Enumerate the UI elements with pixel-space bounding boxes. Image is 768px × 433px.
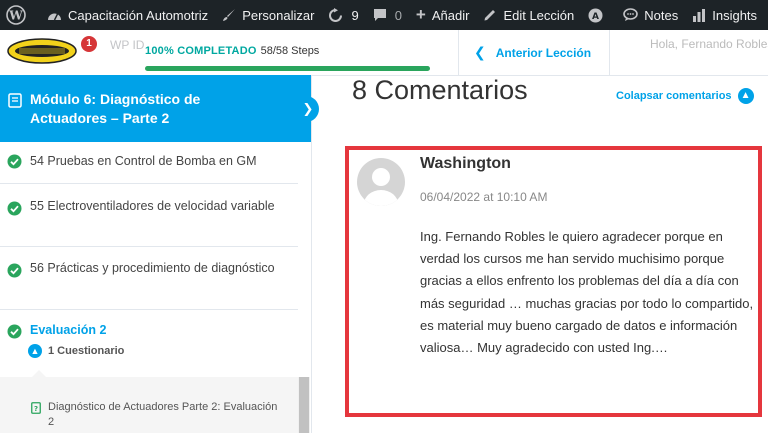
avatar (357, 158, 405, 206)
notes-label: Notes (644, 7, 679, 23)
brush-icon (223, 9, 236, 21)
collapse-comments-button[interactable]: Colapsar comentarios ▲ (616, 88, 754, 104)
notification-badge[interactable]: 1 (81, 36, 97, 52)
astra-logo-icon: A (588, 8, 603, 22)
comment-card: Washington 06/04/2022 at 10:10 AM Ing. F… (345, 146, 762, 417)
progress-bar (145, 66, 430, 71)
module-header[interactable]: Módulo 6: Diagnóstico de Actuadores – Pa… (0, 75, 311, 142)
customize-label: Personalizar (242, 7, 315, 23)
chevron-left-icon: ❮ (474, 44, 486, 60)
module-title: Módulo 6: Diagnóstico de Actuadores – Pa… (30, 91, 201, 126)
lesson-item[interactable]: 54 Pruebas en Control de Bomba en GM (0, 142, 298, 184)
sidebar-scrollbar[interactable] (298, 377, 310, 433)
dashboard-icon (48, 13, 61, 20)
quiz-icon: ? (31, 402, 41, 414)
lesson-title: 56 Prácticas y procedimiento de diagnóst… (30, 261, 275, 275)
check-circle-icon (7, 154, 22, 169)
speech-bubble-icon (623, 8, 639, 21)
progress-label: 100% COMPLETADO (145, 45, 257, 57)
chevron-up-icon: ▲ (28, 344, 42, 358)
insights-menu[interactable]: Insights (685, 0, 764, 30)
progress-bar-fill (145, 66, 430, 71)
plus-icon: + (415, 5, 426, 24)
wordpress-logo-icon[interactable]: W (0, 0, 40, 30)
refresh-icon (329, 7, 343, 22)
comment-bubble-icon (373, 9, 386, 21)
lesson-item[interactable]: 55 Electroventiladores de velocidad vari… (0, 183, 298, 247)
lesson-title: 55 Electroventiladores de velocidad vari… (30, 199, 275, 213)
course-progress: 100% COMPLETADO 58/58 Steps (145, 41, 430, 71)
comments-count: 0 (394, 7, 402, 23)
quiz-list: ? Diagnóstico de Actuadores Parte 2: Eva… (0, 370, 298, 433)
main-content: 8 Comentarios Colapsar comentarios ▲ Was… (311, 75, 768, 433)
notes-menu[interactable]: Notes (616, 0, 685, 30)
svg-text:?: ? (34, 405, 38, 413)
check-circle-icon (7, 324, 22, 339)
edit-lesson-menu[interactable]: Edit Lección (476, 0, 581, 30)
comment-author[interactable]: Washington (420, 155, 511, 173)
admin-bar: W Capacitación Automotriz Personalizar 9… (0, 0, 768, 30)
comment-text: Ing. Fernando Robles le quiero agradecer… (420, 229, 754, 356)
comments-heading: 8 Comentarios (352, 75, 528, 105)
previous-lesson-link[interactable]: ❮ Anterior Lección (474, 44, 591, 61)
user-silhouette-icon (364, 168, 398, 206)
comments-menu[interactable]: 0 (366, 0, 409, 30)
quiz-count: 1 Cuestionario (48, 345, 125, 357)
edit-lesson-label: Edit Lección (503, 7, 575, 23)
previous-lesson-label: Anterior Lección (495, 45, 592, 60)
pencil-icon (484, 10, 496, 21)
customize-menu[interactable]: Personalizar (215, 0, 321, 30)
add-new-label: Añadir (431, 7, 470, 23)
updates-count: 9 (351, 7, 359, 23)
header-divider (609, 30, 610, 75)
add-new-menu[interactable]: + Añadir (409, 0, 477, 30)
quiz-item[interactable]: Diagnóstico de Actuadores Parte 2: Evalu… (48, 400, 278, 430)
lesson-title: 54 Pruebas en Control de Bomba en GM (30, 154, 257, 168)
astra-menu[interactable]: A (581, 0, 616, 30)
collapse-comments-label: Colapsar comentarios (616, 90, 732, 102)
svg-text:A: A (592, 12, 599, 22)
site-logo[interactable] (7, 38, 77, 64)
check-circle-icon (7, 201, 22, 216)
evaluation-title[interactable]: Evaluación 2 (30, 323, 106, 337)
book-icon (8, 93, 22, 108)
lesson-item[interactable]: 56 Prácticas y procedimiento de diagnóst… (0, 246, 298, 310)
header-divider (458, 30, 459, 75)
user-greeting[interactable]: Hola, Fernando Robles (650, 37, 768, 51)
course-sidebar: Módulo 6: Diagnóstico de Actuadores – Pa… (0, 75, 312, 433)
scrollbar-thumb[interactable] (299, 377, 309, 433)
background-text: WP ID (110, 38, 145, 52)
insights-label: Insights (712, 7, 758, 23)
updates-menu[interactable]: 9 (321, 0, 365, 30)
dropdown-notch (32, 370, 46, 377)
site-name-menu[interactable]: Capacitación Automotriz (40, 0, 215, 30)
svg-text:W: W (8, 9, 23, 23)
comment-date[interactable]: 06/04/2022 at 10:10 AM (420, 190, 547, 204)
progress-steps: 58/58 Steps (260, 45, 320, 57)
check-circle-icon (7, 263, 22, 278)
quiz-toggle[interactable]: ▲ 1 Cuestionario (28, 344, 124, 358)
course-header: 1 WP ID 100% COMPLETADO 58/58 Steps ❮ Ant… (0, 30, 768, 76)
site-name: Capacitación Automotriz (68, 7, 209, 23)
chevron-up-icon: ▲ (737, 88, 754, 104)
bar-chart-icon (693, 9, 706, 22)
